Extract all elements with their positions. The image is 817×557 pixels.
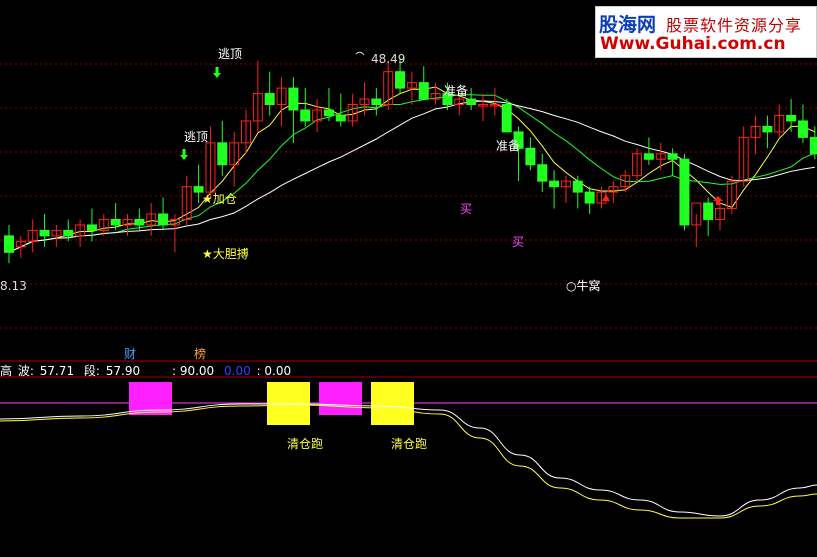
candle-body-54 bbox=[643, 153, 654, 160]
info-prefix: 高 bbox=[0, 364, 13, 378]
candle-body-11 bbox=[134, 218, 145, 226]
ma5-line bbox=[8, 86, 816, 253]
candle-body-27 bbox=[323, 109, 334, 116]
signal-block-2 bbox=[319, 382, 362, 415]
annotation-buy-2: 买 bbox=[512, 235, 525, 249]
candle-body-13 bbox=[158, 213, 169, 226]
candle-body-68 bbox=[809, 136, 817, 155]
candle-body-5 bbox=[63, 229, 74, 237]
info-value-1: : 90.00 bbox=[171, 364, 215, 378]
candle-body-22 bbox=[264, 93, 275, 106]
ma20-line bbox=[8, 100, 815, 253]
info-wave-label: 波: bbox=[17, 364, 34, 378]
price-high-label: 48.49 bbox=[371, 52, 406, 66]
candle-body-66 bbox=[786, 114, 797, 122]
tag-bang: 榜 bbox=[194, 347, 207, 361]
indicator-info-bar: 高 波: 57.71 段: 57.90 : 90.00 0.00 : 0.00 bbox=[0, 362, 293, 379]
up-triangle-icon bbox=[602, 194, 610, 201]
high-marker-icon bbox=[355, 51, 365, 56]
candle-body-49 bbox=[584, 191, 595, 204]
candle-body-59 bbox=[703, 202, 714, 220]
chart-canvas bbox=[0, 51, 817, 519]
candle-body-9 bbox=[110, 218, 121, 226]
candle-body-7 bbox=[86, 224, 97, 231]
candle-body-67 bbox=[797, 120, 808, 138]
block-label-clear-2: 清仓跑 bbox=[391, 437, 428, 451]
watermark-url: Www.Guhai.com.cn bbox=[600, 34, 786, 54]
info-value-2: 0.00 bbox=[224, 364, 251, 378]
annotation-prepare-1: 准备 bbox=[444, 84, 469, 98]
annotation-add-position: ★加仓 bbox=[202, 192, 237, 206]
candle-body-18 bbox=[217, 142, 228, 166]
annotation-buy-1: 买 bbox=[460, 202, 473, 216]
down-arrow-icon-1 bbox=[180, 149, 188, 160]
info-seg-value: 57.90 bbox=[105, 364, 141, 378]
watermark-tagline: 股票软件资源分享 bbox=[666, 16, 803, 35]
candle-body-46 bbox=[549, 180, 560, 188]
price-low-label: 8.13 bbox=[0, 279, 27, 293]
candle-body-42 bbox=[501, 104, 512, 133]
candle-body-3 bbox=[39, 229, 50, 237]
candle-body-0 bbox=[4, 235, 14, 253]
info-value-3: : 0.00 bbox=[256, 364, 292, 378]
annotation-bold-bet: ★大胆搏 bbox=[202, 247, 249, 261]
annotation-escape-top-1: 逃顶 bbox=[218, 47, 243, 61]
candle-body-44 bbox=[525, 147, 536, 166]
candle-body-31 bbox=[371, 98, 382, 106]
candle-body-28 bbox=[335, 114, 346, 122]
candle-body-48 bbox=[572, 180, 583, 193]
candle-body-56 bbox=[667, 153, 678, 160]
annotation-bull-nest: ○牛窝 bbox=[566, 279, 601, 293]
annotation-prepare-2: 准备 bbox=[496, 139, 521, 153]
candle-body-33 bbox=[395, 71, 406, 89]
candle-body-45 bbox=[537, 164, 548, 182]
candle-body-39 bbox=[466, 98, 477, 106]
candle-body-57 bbox=[679, 158, 690, 226]
guhai-watermark: 股海网 股票软件资源分享 Www.Guhai.com.cn bbox=[595, 6, 817, 58]
stock-chart-stage: 48.49 8.13 逃顶 逃顶 ★加仓 ★大胆搏 准备 准备 买 买 ○牛窝 … bbox=[0, 0, 817, 557]
down-arrow-icon-0 bbox=[213, 67, 221, 78]
block-label-clear-1: 清仓跑 bbox=[287, 437, 324, 451]
candle-body-35 bbox=[418, 82, 429, 100]
signal-block-3 bbox=[371, 382, 414, 425]
watermark-brand: 股海网 bbox=[599, 14, 657, 36]
annotation-escape-top-2: 逃顶 bbox=[184, 130, 209, 144]
tag-cai: 财 bbox=[124, 347, 137, 361]
candle-body-25 bbox=[300, 109, 311, 122]
info-wave-value: 57.71 bbox=[39, 364, 75, 378]
candle-body-24 bbox=[288, 87, 299, 111]
candle-body-64 bbox=[762, 125, 773, 133]
info-seg-label: 段: bbox=[83, 364, 100, 378]
